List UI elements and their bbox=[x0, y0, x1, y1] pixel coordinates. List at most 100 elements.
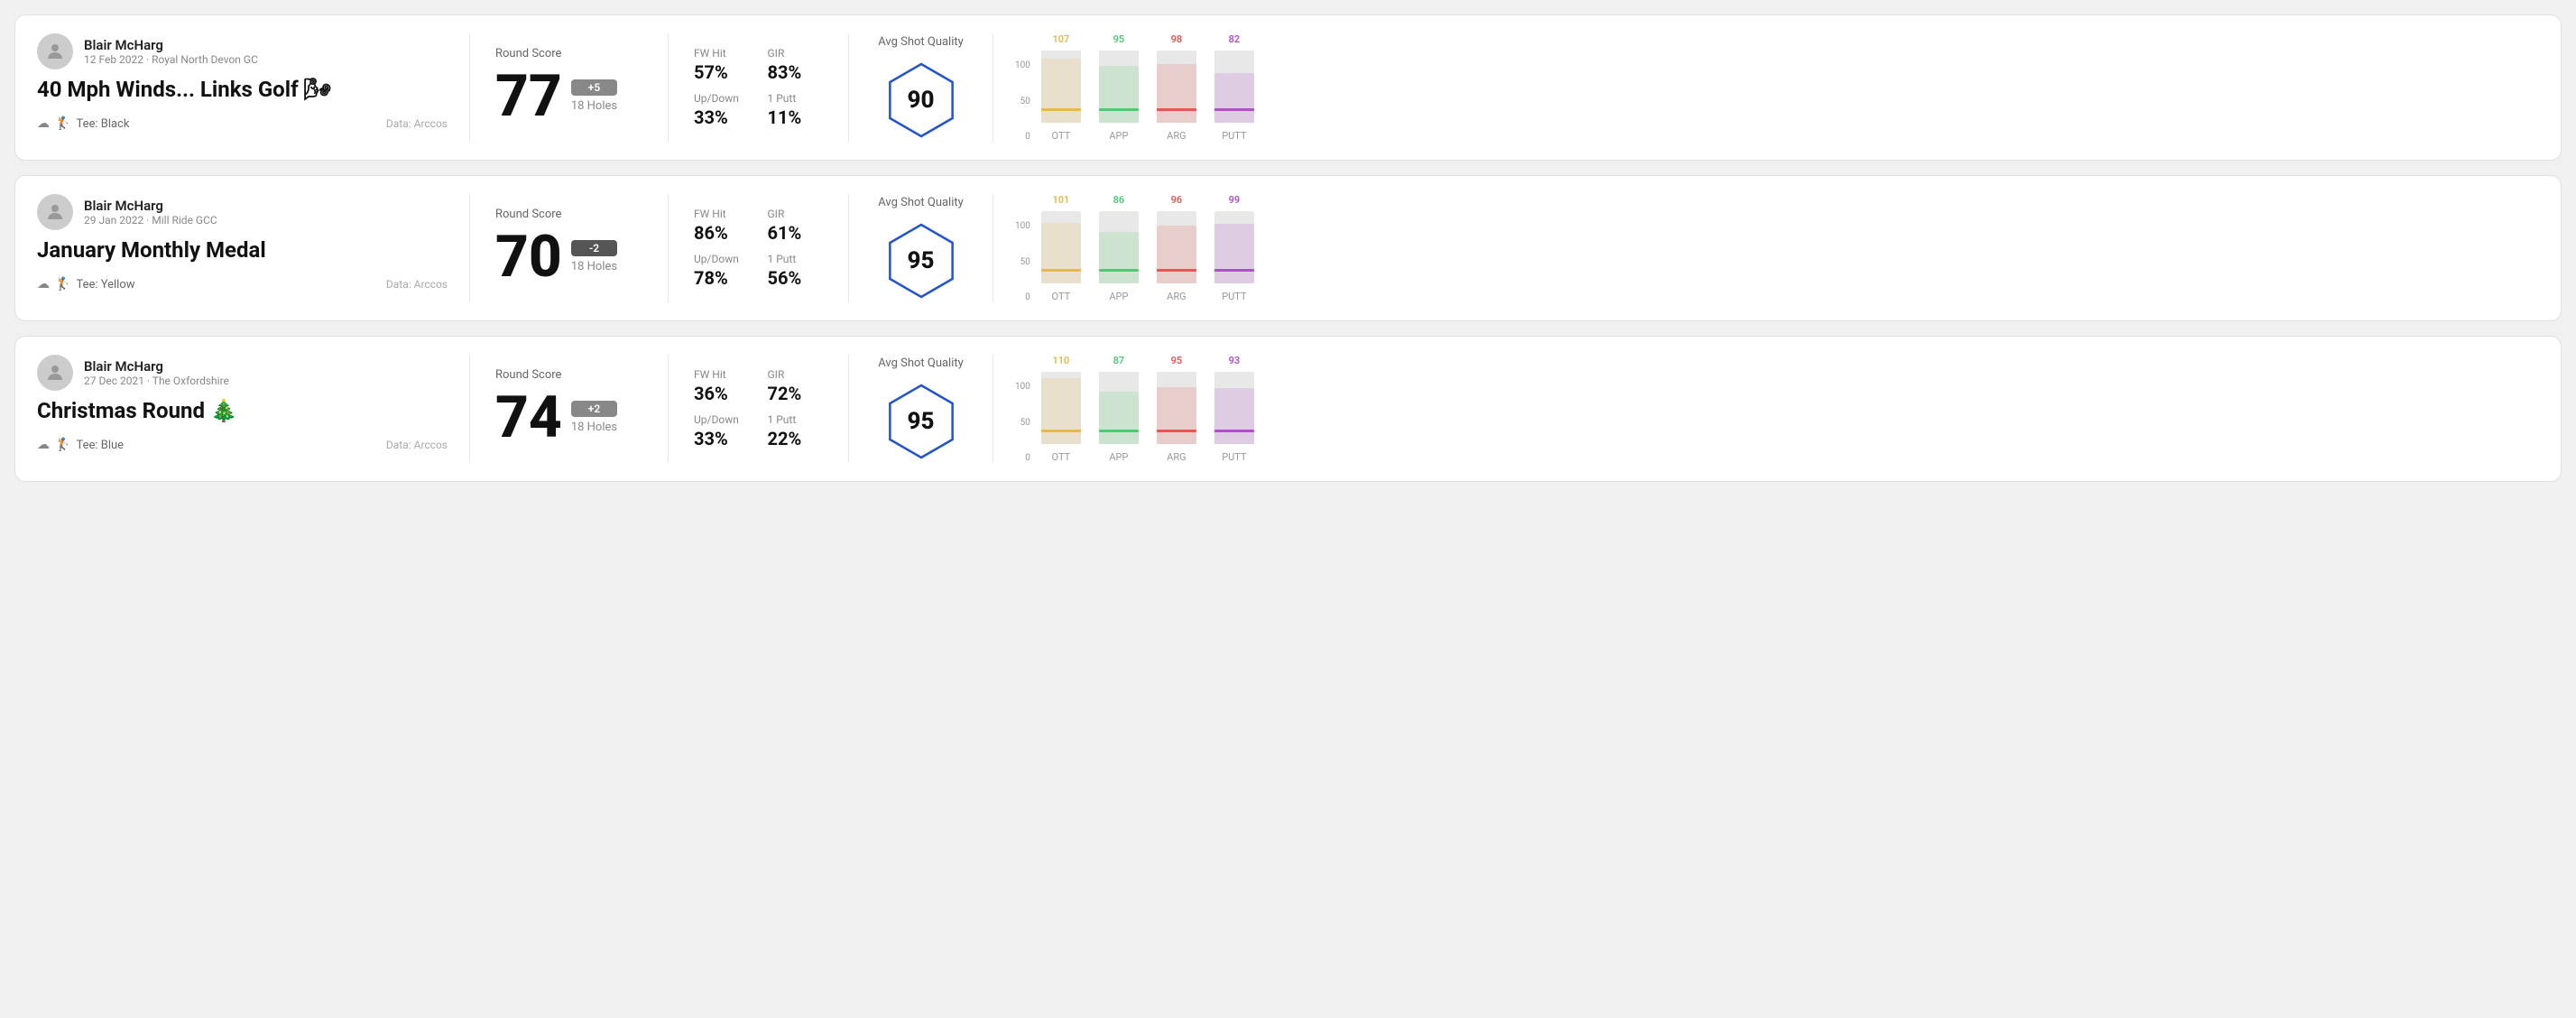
bar-line bbox=[1041, 108, 1081, 111]
bar-fill-bg bbox=[1099, 392, 1139, 444]
bar-group-ott: 110 OTT bbox=[1041, 355, 1081, 463]
fw-hit-label: FW Hit bbox=[694, 47, 750, 60]
middle-section: Round Score 74 +2 18 Holes bbox=[470, 355, 669, 463]
round-score-label: Round Score bbox=[495, 208, 642, 221]
bar-value-app: 95 bbox=[1113, 33, 1125, 45]
hexagon-container: 95 bbox=[881, 220, 962, 301]
bar-group-arg: 98 ARG bbox=[1157, 33, 1196, 142]
quality-score: 95 bbox=[908, 247, 935, 274]
bar-group-putt: 82 PUTT bbox=[1214, 33, 1254, 142]
chart-area: 100 50 0 110 OTT 87 APP bbox=[1015, 355, 2525, 463]
bar-group-putt: 93 PUTT bbox=[1214, 355, 1254, 463]
updown-label: Up/Down bbox=[694, 92, 750, 105]
y-axis: 100 50 0 bbox=[1015, 382, 1030, 463]
holes-label: 18 Holes bbox=[571, 421, 617, 434]
bar-line bbox=[1214, 108, 1254, 111]
score-row: 77 +5 18 Holes bbox=[495, 68, 642, 125]
avatar bbox=[37, 194, 73, 230]
user-icon bbox=[44, 201, 66, 223]
quality-section: Avg Shot Quality 95 bbox=[849, 194, 993, 302]
fw-hit-value: 86% bbox=[694, 222, 750, 244]
quality-title: Avg Shot Quality bbox=[878, 35, 964, 49]
bar-line bbox=[1041, 269, 1081, 272]
middle-section: Round Score 70 -2 18 Holes bbox=[470, 194, 669, 302]
quality-section: Avg Shot Quality 95 bbox=[849, 355, 993, 463]
gir-value: 61% bbox=[768, 222, 824, 244]
holes-label: 18 Holes bbox=[571, 260, 617, 273]
score-badge: +2 bbox=[571, 401, 617, 417]
y-label-0: 0 bbox=[1015, 292, 1030, 302]
score-row: 70 -2 18 Holes bbox=[495, 228, 642, 286]
bar-x-label: APP bbox=[1109, 451, 1128, 463]
round-score-label: Round Score bbox=[495, 368, 642, 382]
y-label-0: 0 bbox=[1015, 132, 1030, 142]
bar-value-arg: 96 bbox=[1171, 194, 1183, 206]
cloud-icon: ☁ bbox=[37, 277, 50, 292]
bar-wrapper-ott bbox=[1041, 51, 1081, 123]
bar-line bbox=[1099, 430, 1139, 432]
bar-fill-bg bbox=[1214, 224, 1254, 283]
middle-section: Round Score 77 +5 18 Holes bbox=[470, 33, 669, 142]
y-label-100: 100 bbox=[1015, 221, 1030, 231]
score-badge-group: +5 18 Holes bbox=[571, 79, 617, 113]
bar-fill-bg bbox=[1157, 226, 1196, 283]
bar-value-app: 87 bbox=[1113, 355, 1125, 366]
hexagon-container: 90 bbox=[881, 60, 962, 141]
gir-label: GIR bbox=[768, 47, 824, 60]
bar-wrapper-ott bbox=[1041, 211, 1081, 283]
bar-fill-bg bbox=[1099, 232, 1139, 283]
chart-section: 100 50 0 110 OTT 87 APP bbox=[993, 355, 2539, 463]
bar-line bbox=[1214, 269, 1254, 272]
bar-value-putt: 93 bbox=[1229, 355, 1241, 366]
bar-group-putt: 99 PUTT bbox=[1214, 194, 1254, 302]
bar-x-label: ARG bbox=[1167, 291, 1186, 302]
round-title: Christmas Round 🎄 bbox=[37, 398, 448, 423]
bars-container: 110 OTT 87 APP 95 ARG 93 bbox=[1041, 355, 1254, 463]
y-label-50: 50 bbox=[1015, 97, 1030, 106]
bar-group-ott: 107 OTT bbox=[1041, 33, 1081, 142]
quality-title: Avg Shot Quality bbox=[878, 356, 964, 370]
y-label-100: 100 bbox=[1015, 60, 1030, 70]
oneputt-stat: 1 Putt 11% bbox=[768, 92, 824, 128]
bar-wrapper-putt bbox=[1214, 372, 1254, 444]
footer-row: ☁ 🏌 Tee: Blue Data: Arccos bbox=[37, 438, 448, 452]
oneputt-stat: 1 Putt 22% bbox=[768, 413, 824, 449]
bar-line bbox=[1041, 430, 1081, 432]
user-row: Blair McHarg 29 Jan 2022 · Mill Ride GCC bbox=[37, 194, 448, 230]
fw-hit-stat: FW Hit 36% bbox=[694, 368, 750, 404]
fw-hit-value: 36% bbox=[694, 383, 750, 404]
hexagon-container: 95 bbox=[881, 381, 962, 462]
left-section: Blair McHarg 12 Feb 2022 · Royal North D… bbox=[37, 33, 470, 142]
footer-row: ☁ 🏌 Tee: Yellow Data: Arccos bbox=[37, 277, 448, 292]
bar-value-arg: 98 bbox=[1171, 33, 1183, 45]
stats-section: FW Hit 57% GIR 83% Up/Down 33% 1 Putt 11… bbox=[669, 33, 849, 142]
bar-x-label: OTT bbox=[1052, 130, 1071, 142]
gir-stat: GIR 72% bbox=[768, 368, 824, 404]
gir-value: 72% bbox=[768, 383, 824, 404]
y-label-50: 50 bbox=[1015, 418, 1030, 428]
bar-line bbox=[1157, 108, 1196, 111]
bar-value-app: 86 bbox=[1113, 194, 1125, 206]
updown-value: 78% bbox=[694, 267, 750, 289]
fw-hit-value: 57% bbox=[694, 61, 750, 83]
data-source: Data: Arccos bbox=[386, 278, 448, 291]
score-value: 70 bbox=[495, 228, 562, 286]
updown-value: 33% bbox=[694, 106, 750, 128]
left-section: Blair McHarg 29 Jan 2022 · Mill Ride GCC… bbox=[37, 194, 470, 302]
oneputt-value: 11% bbox=[768, 106, 824, 128]
bar-x-label: PUTT bbox=[1222, 130, 1246, 142]
user-icon bbox=[44, 362, 66, 384]
fw-hit-stat: FW Hit 86% bbox=[694, 208, 750, 244]
tee-info: ☁ 🏌 Tee: Yellow bbox=[37, 277, 135, 292]
oneputt-label: 1 Putt bbox=[768, 253, 824, 265]
bar-value-ott: 107 bbox=[1052, 33, 1069, 45]
bar-group-arg: 95 ARG bbox=[1157, 355, 1196, 463]
bar-x-label: ARG bbox=[1167, 130, 1186, 142]
tee-label: Tee: Black bbox=[76, 117, 129, 131]
round-title: 40 Mph Winds... Links Golf 🌬 bbox=[37, 77, 448, 102]
user-meta: 27 Dec 2021 · The Oxfordshire bbox=[84, 375, 229, 387]
bar-wrapper-arg bbox=[1157, 211, 1196, 283]
stats-grid: FW Hit 86% GIR 61% Up/Down 78% 1 Putt 56… bbox=[694, 208, 823, 289]
bar-wrapper-putt bbox=[1214, 51, 1254, 123]
tee-info: ☁ 🏌 Tee: Blue bbox=[37, 438, 124, 452]
